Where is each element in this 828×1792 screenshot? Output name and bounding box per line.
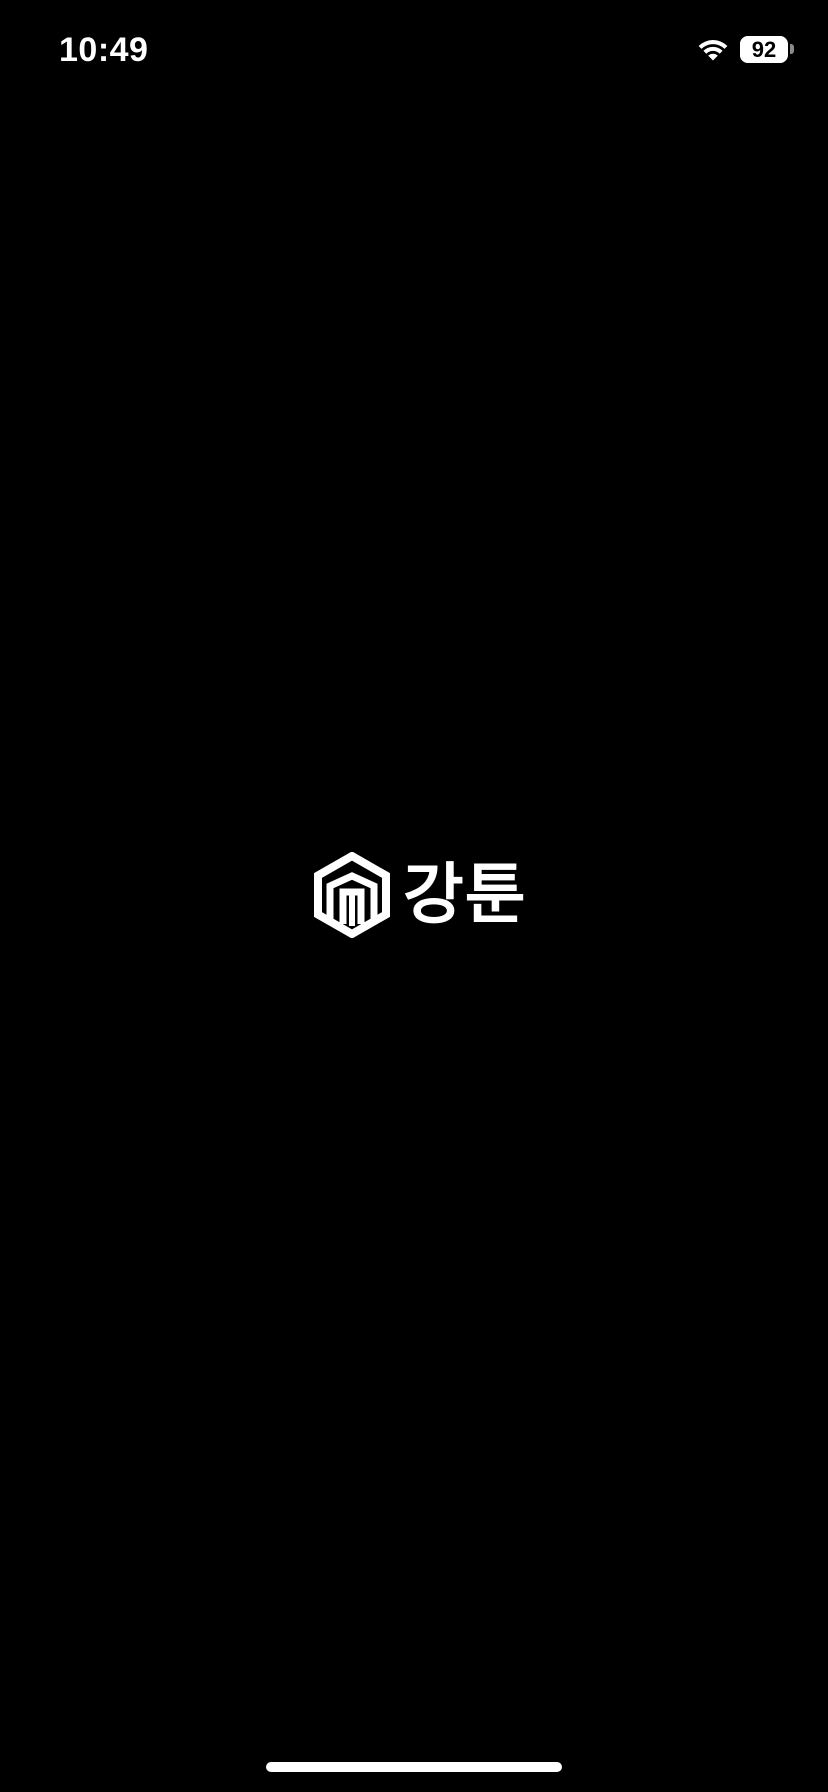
battery-icon: 92 <box>740 35 794 63</box>
home-indicator[interactable] <box>266 1762 562 1772</box>
brand-name: 강툰 <box>403 856 527 933</box>
status-time: 10:49 <box>59 31 149 69</box>
status-bar: 10:49 92 <box>0 0 828 100</box>
battery-body: 92 <box>740 35 788 63</box>
hexagon-building-logo-icon <box>314 852 390 938</box>
battery-percentage: 92 <box>751 36 777 62</box>
brand-logo: 강툰 <box>313 852 526 938</box>
splash-screen: 10:49 92 강툰 <box>0 0 828 1792</box>
status-indicators: 92 <box>696 33 794 65</box>
battery-cap <box>790 44 794 54</box>
wifi-icon <box>698 40 728 61</box>
